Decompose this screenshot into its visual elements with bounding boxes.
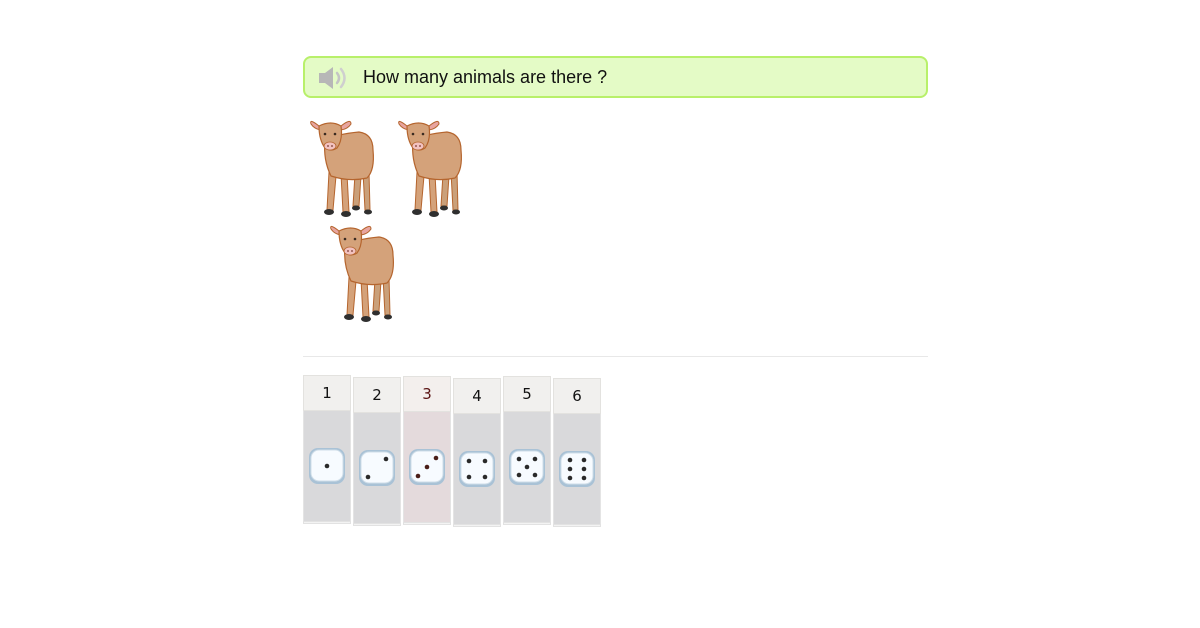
die-pip (482, 458, 488, 464)
answer-number: 5 (503, 376, 551, 412)
die-pip (466, 458, 472, 464)
die-pip (581, 475, 587, 481)
die-pip (581, 466, 587, 472)
answer-option-3[interactable]: 3 (403, 376, 451, 525)
animal-group (303, 110, 503, 330)
die-face-2-icon (359, 450, 395, 486)
die-pip (532, 456, 538, 462)
answer-option-6[interactable]: 6 (553, 378, 601, 527)
die-face-4-icon (459, 451, 495, 487)
question-text: How many animals are there ? (363, 67, 608, 87)
die-face-1-icon (309, 448, 345, 484)
question-banner: How many animals are there ? (303, 56, 928, 98)
speaker-icon[interactable] (317, 65, 349, 91)
die-pip (433, 455, 439, 461)
die-face-5-icon (509, 449, 545, 485)
die-pip (567, 457, 573, 463)
die-pip (365, 474, 371, 480)
answer-option-2[interactable]: 2 (353, 377, 401, 526)
die-pip (581, 457, 587, 463)
die-pip (516, 472, 522, 478)
die-pip (482, 474, 488, 480)
die-pip (466, 474, 472, 480)
answer-number: 3 (403, 376, 451, 412)
die-pip (567, 466, 573, 472)
calf-image (398, 120, 462, 218)
answer-number: 6 (553, 378, 601, 414)
calf-image (310, 120, 374, 218)
die-pip (324, 463, 330, 469)
answer-number: 4 (453, 378, 501, 414)
die-pip (524, 464, 530, 470)
section-divider (303, 356, 928, 357)
answer-number: 1 (303, 375, 351, 411)
answer-option-4[interactable]: 4 (453, 378, 501, 527)
answer-number: 2 (353, 377, 401, 413)
calf-image (330, 225, 394, 323)
answer-option-5[interactable]: 5 (503, 376, 551, 525)
die-face-3-icon (409, 449, 445, 485)
die-pip (567, 475, 573, 481)
die-face-6-icon (559, 451, 595, 487)
answer-option-1[interactable]: 1 (303, 375, 351, 524)
die-pip (415, 473, 421, 479)
die-pip (424, 464, 430, 470)
die-pip (383, 456, 389, 462)
die-pip (532, 472, 538, 478)
die-pip (516, 456, 522, 462)
